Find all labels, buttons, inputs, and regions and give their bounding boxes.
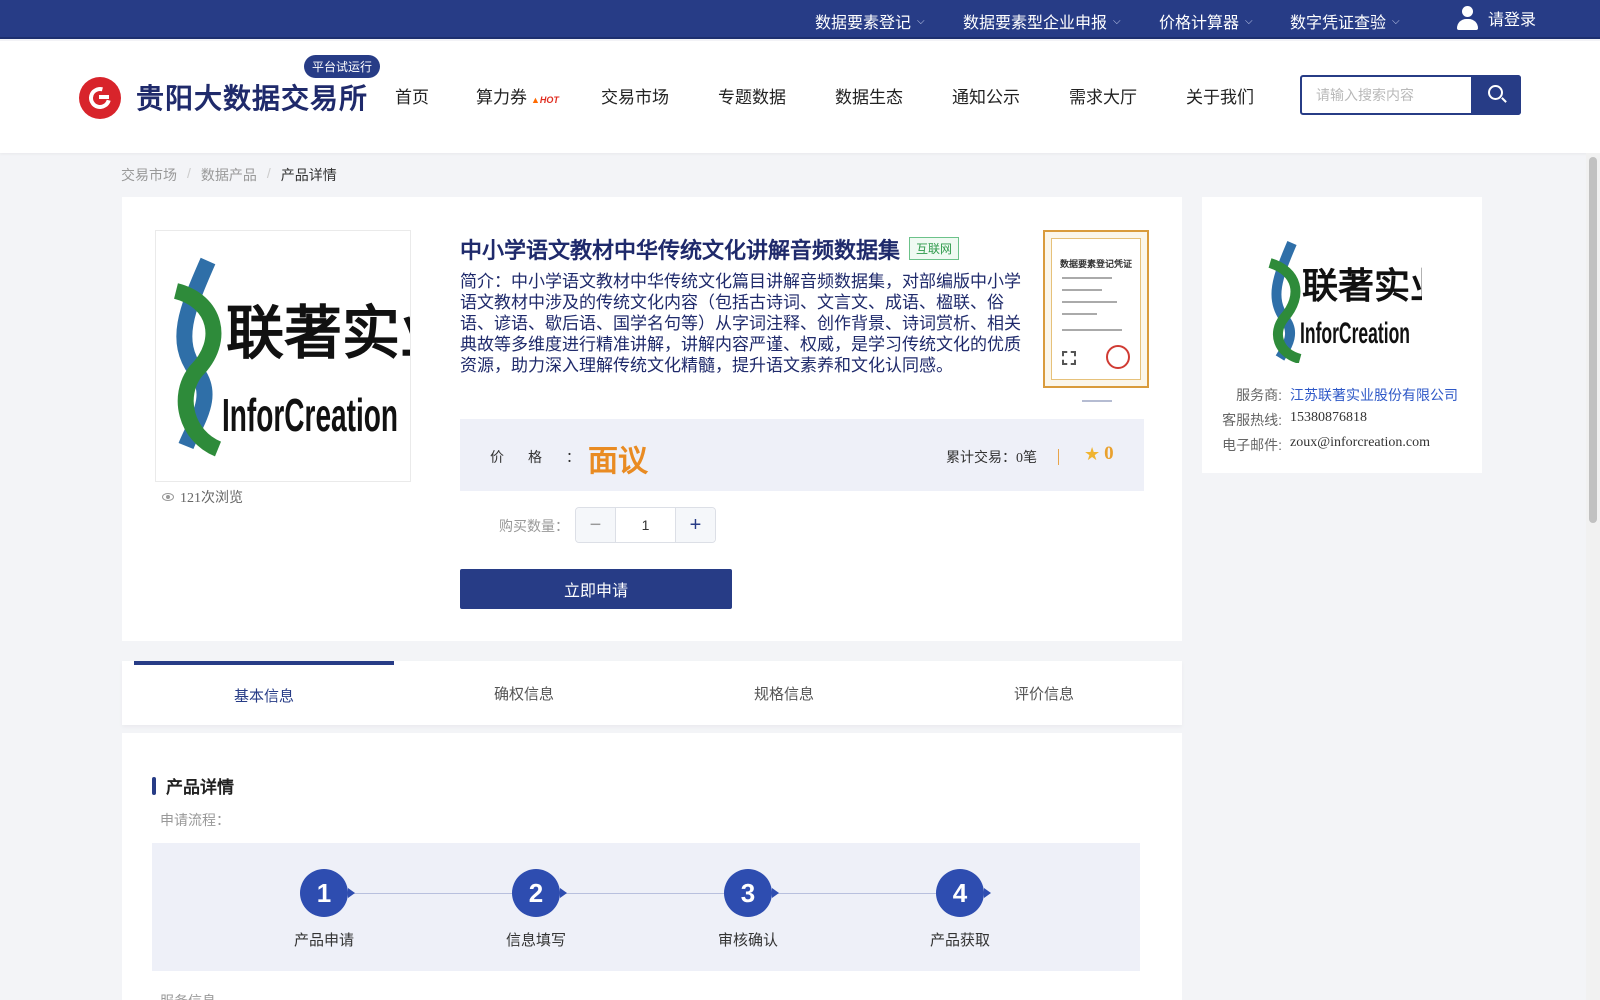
step-4-number: 4 — [936, 869, 991, 917]
step-1-label: 产品申请 — [293, 932, 354, 949]
nav-item-about[interactable]: 关于我们 — [1186, 83, 1254, 108]
tab-review-info[interactable]: 评价信息 — [914, 661, 1174, 725]
detail-tabs: 基本信息 确权信息 规格信息 评价信息 — [122, 661, 1182, 725]
apply-steps: 1 产品申请 2 信息填写 3 审核确认 4 产品获取 — [152, 843, 1140, 971]
inforcreation-logo-icon: 联著实业 InforCreation — [173, 257, 411, 457]
svg-text:InforCreation: InforCreation — [1300, 317, 1410, 350]
step-3-number: 3 — [724, 869, 779, 917]
provider-card: 联著实业 InforCreation 服务商: 江苏联著实业股份有限公司 客服热… — [1202, 197, 1482, 473]
apply-flow-label: 申请流程： — [160, 812, 230, 828]
topbar-link-voucher-check[interactable]: 数字凭证查验 ⌵ — [1290, 9, 1400, 33]
price-label: 价格： — [490, 449, 604, 465]
nav-item-topic-data[interactable]: 专题数据 — [718, 83, 786, 108]
eye-icon — [162, 493, 174, 501]
quantity-stepper: − 1 + — [575, 507, 716, 543]
top-utility-bar: 数据要素登记 ⌵ 数据要素型企业申报 ⌵ 价格计算器 ⌵ 数字凭证查验 ⌵ 请登录 — [0, 0, 1600, 39]
registration-certificate[interactable]: 数据要素登记凭证 — [1043, 230, 1149, 388]
nav-item-data-ecology[interactable]: 数据生态 — [835, 83, 903, 108]
product-title: 中小学语文教材中华传统文化讲解音频数据集 — [460, 238, 901, 263]
star-icon: ★ — [1084, 443, 1101, 464]
topbar-link-enterprise-declaration[interactable]: 数据要素型企业申报 ⌵ — [963, 9, 1121, 33]
tab-basic-info[interactable]: 基本信息 — [134, 661, 394, 725]
nav-item-notices[interactable]: 通知公示 — [952, 83, 1020, 108]
service-info-label: 服务信息 — [160, 991, 216, 1000]
heading-marker — [152, 776, 156, 795]
login-link[interactable]: 请登录 — [1456, 6, 1536, 30]
nav-item-demand-hall[interactable]: 需求大厅 — [1069, 83, 1137, 108]
step-3-label: 审核确认 — [717, 932, 778, 949]
topbar-link-price-calculator[interactable]: 价格计算器 ⌵ — [1159, 9, 1253, 33]
scrollbar-thumb[interactable] — [1589, 157, 1597, 523]
carousel-indicator[interactable] — [1082, 400, 1112, 402]
plus-icon: + — [689, 513, 702, 536]
step-1-number: 1 — [300, 869, 355, 917]
seal-icon — [1106, 345, 1130, 369]
chevron-down-icon: ⌵ — [1245, 15, 1253, 27]
step-2-label: 信息填写 — [505, 932, 566, 949]
nav-item-home[interactable]: 首页 — [395, 83, 429, 108]
step-4-label: 产品获取 — [929, 932, 990, 949]
provider-hotline-row: 客服热线: 15380876818 — [1222, 410, 1367, 428]
category-tag: 互联网 — [909, 237, 960, 260]
nav-item-compute-voucher[interactable]: 算力券 — [476, 83, 527, 108]
breadcrumb: 交易市场 / 数据产品 / 产品详情 — [121, 165, 337, 185]
chevron-down-icon: ⌵ — [1113, 15, 1121, 27]
flame-icon: ▲ — [531, 95, 540, 105]
site-title[interactable]: 贵阳大数据交易所 — [136, 77, 368, 117]
section-heading: 产品详情 — [152, 773, 234, 798]
breadcrumb-current: 产品详情 — [280, 167, 337, 183]
qr-code-icon — [1062, 351, 1076, 365]
quantity-input[interactable]: 1 — [616, 508, 675, 542]
trial-badge: 平台试运行 — [304, 55, 381, 78]
product-image: 联著实业 InforCreation — [155, 230, 411, 482]
product-details-section: 产品详情 申请流程： 1 产品申请 2 信息填写 3 审核确认 4 产品获取 服… — [122, 733, 1182, 1000]
chevron-down-icon: ⌵ — [1392, 15, 1400, 27]
search-input[interactable] — [1302, 77, 1472, 113]
hot-badge: ▲HOT — [531, 95, 559, 105]
breadcrumb-market[interactable]: 交易市场 — [121, 165, 177, 185]
view-count: 121次浏览 — [162, 487, 243, 507]
page-scrollbar[interactable] — [1586, 153, 1600, 1000]
topbar-link-data-registration[interactable]: 数据要素登记 ⌵ — [815, 9, 925, 33]
breadcrumb-data-products[interactable]: 数据产品 — [201, 165, 257, 185]
rating: ★ 0 — [1084, 443, 1114, 464]
provider-email-row: 电子邮件: zoux@inforcreation.com — [1222, 435, 1431, 453]
price-value: 面议 — [588, 445, 648, 478]
trade-count: 累计交易：0笔 — [946, 451, 1037, 466]
divider — [1058, 449, 1059, 465]
user-icon — [1456, 6, 1478, 30]
steps-connector — [348, 893, 936, 894]
certificate-title: 数据要素登记凭证 — [1059, 259, 1132, 269]
quantity-label: 购买数量： — [499, 518, 569, 534]
site-logo-icon[interactable] — [79, 77, 121, 119]
provider-logo-icon: 联著实业 InforCreation — [1268, 241, 1422, 363]
nav-item-market[interactable]: 交易市场 — [601, 83, 669, 108]
step-2-number: 2 — [512, 869, 567, 917]
svg-text:联著实业: 联著实业 — [226, 301, 411, 366]
chevron-down-icon: ⌵ — [917, 15, 925, 27]
product-card: 联著实业 InforCreation 121次浏览 中小学语文教材中华传统文化讲… — [122, 197, 1182, 641]
svg-text:联著实业: 联著实业 — [1302, 265, 1422, 306]
decrease-button[interactable]: − — [576, 508, 616, 542]
search-box — [1300, 75, 1521, 115]
increase-button[interactable]: + — [675, 508, 715, 542]
tab-spec-info[interactable]: 规格信息 — [654, 661, 914, 725]
minus-icon: − — [589, 513, 602, 536]
site-header: 贵阳大数据交易所 平台试运行 首页 算力券 ▲HOT 交易市场 专题数据 数据生… — [0, 41, 1600, 153]
product-description: 简介：中小学语文教材中华传统文化篇目讲解音频数据集，对部编版中小学语文教材中涉及… — [460, 272, 1021, 375]
search-button[interactable] — [1471, 75, 1521, 115]
svg-text:InforCreation: InforCreation — [222, 389, 398, 441]
apply-button[interactable]: 立即申请 — [460, 569, 732, 609]
price-panel: 价格： 面议 累计交易：0笔 ★ 0 — [460, 419, 1144, 491]
provider-name-row: 服务商: 江苏联著实业股份有限公司 — [1236, 385, 1458, 405]
provider-name-link[interactable]: 江苏联著实业股份有限公司 — [1290, 385, 1458, 405]
tab-rights-info[interactable]: 确权信息 — [394, 661, 654, 725]
